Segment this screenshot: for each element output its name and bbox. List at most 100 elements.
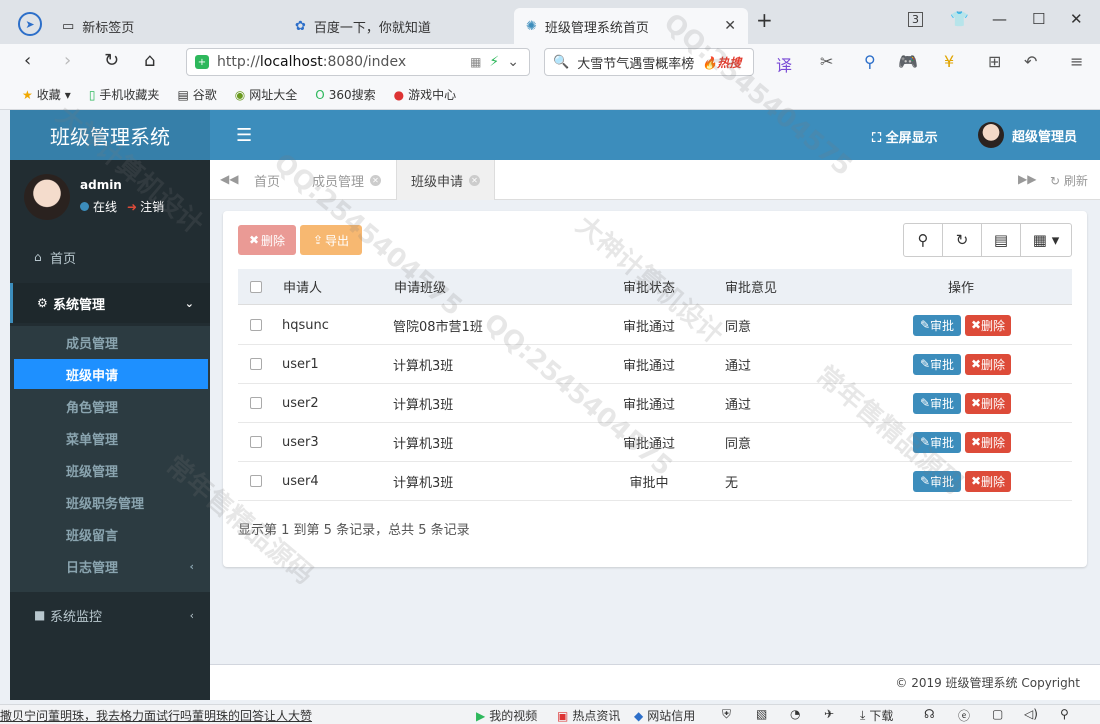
bookmark-360[interactable]: O 360搜索 [315, 86, 375, 103]
close-tab-icon[interactable]: ✕ [724, 18, 736, 34]
gamepad-icon[interactable]: 🎮 [898, 52, 918, 71]
sidebar-item-messages[interactable]: 班级留言 [10, 519, 210, 549]
columns-icon[interactable]: ▦ ▾ [1021, 224, 1071, 256]
bookmark-google[interactable]: ▤ 谷歌 [177, 86, 216, 103]
row-checkbox[interactable] [250, 436, 262, 448]
export-button[interactable]: ⇪ 导出 [300, 225, 362, 255]
home-icon[interactable]: ⌂ [144, 50, 155, 71]
tab-members[interactable]: 成员管理 ✕ [312, 160, 382, 200]
delete-button[interactable]: ✖ 删除 [238, 225, 296, 255]
hot-news-button[interactable]: ▣ 热点资讯 [557, 707, 620, 724]
new-tab-button[interactable]: + [756, 8, 773, 32]
table-row[interactable]: user2 计算机3班 审批通过 通过 ✎ 审批 ✖ 删除 [238, 384, 1072, 423]
bookmark-favorites[interactable]: ★ 收藏 ▾ [22, 86, 71, 103]
forward-icon[interactable]: › [64, 50, 71, 71]
browser-tab-newtab[interactable]: ▭ 新标签页 [50, 8, 275, 44]
approve-button[interactable]: ✎ 审批 [913, 431, 961, 453]
search-icon[interactable]: ⚲ [904, 224, 943, 256]
row-checkbox[interactable] [250, 358, 262, 370]
header-status[interactable]: 审批状态 [623, 269, 675, 304]
app-logo[interactable]: 班级管理系统 [10, 110, 210, 160]
toggle-view-icon[interactable]: ▤ [982, 224, 1021, 256]
tab-home[interactable]: 首页 [254, 160, 280, 200]
shield-status-icon[interactable]: ⛨ [722, 707, 731, 722]
back-icon[interactable]: ‹ [24, 50, 31, 71]
header-class[interactable]: 申请班级 [394, 269, 446, 304]
browser-tab-active[interactable]: ✺ 班级管理系统首页 ✕ [514, 8, 748, 44]
delete-row-button[interactable]: ✖ 删除 [965, 314, 1011, 336]
table-row[interactable]: user3 计算机3班 审批通过 同意 ✎ 审批 ✖ 删除 [238, 423, 1072, 462]
reload-icon[interactable]: ↻ [104, 50, 119, 71]
header-opinion[interactable]: 审批意见 [725, 269, 777, 304]
bookmark-sites[interactable]: ◉ 网址大全 [235, 86, 298, 103]
row-checkbox[interactable] [250, 319, 262, 331]
plane-icon[interactable]: ✈ [824, 707, 834, 721]
tabs-scroll-left-icon[interactable]: ◀◀ [220, 172, 238, 186]
sidebar-item-positions[interactable]: 班级职务管理 [10, 487, 210, 517]
fullscreen-button[interactable]: ⛶ 全屏显示 [872, 127, 938, 146]
sidebar-item-menus[interactable]: 菜单管理 [10, 423, 210, 453]
bookmark-mobile[interactable]: ▯ 手机收藏夹 [89, 86, 160, 103]
refresh-icon[interactable]: ↻ [943, 224, 982, 256]
table-row[interactable]: hqsunc 管院08市营1班 审批通过 同意 ✎ 审批 ✖ 删除 [238, 306, 1072, 345]
grid-apps-icon[interactable]: ⊞ [988, 52, 1001, 71]
logout-link[interactable]: ➜ 注销 [127, 198, 164, 215]
ie-icon[interactable]: ⓔ [958, 707, 970, 724]
approve-button[interactable]: ✎ 审批 [913, 353, 961, 375]
table-row[interactable]: user1 计算机3班 审批通过 通过 ✎ 审批 ✖ 删除 [238, 345, 1072, 384]
delete-row-button[interactable]: ✖ 删除 [965, 431, 1011, 453]
tab-count-badge[interactable]: 3 [908, 12, 923, 27]
sidebar-item-classes[interactable]: 班级管理 [10, 455, 210, 485]
sidebar-item-members[interactable]: 成员管理 [10, 327, 210, 357]
lightning-icon[interactable]: ⚡ [489, 54, 499, 70]
shirt-icon[interactable]: 👕 [950, 10, 969, 28]
magnifier-icon[interactable]: ⚲ [864, 52, 876, 71]
undo-icon[interactable]: ↶ [1024, 52, 1037, 71]
sidebar-item-class-apply[interactable]: 班级申请 [14, 359, 208, 389]
row-checkbox[interactable] [250, 475, 262, 487]
minimize-icon[interactable]: — [992, 10, 1007, 28]
sidebar-item-system[interactable]: ⚙ 系统管理 ⌄ [10, 283, 210, 323]
translate-icon[interactable]: 译 [776, 52, 792, 76]
site-credit-button[interactable]: ◆ 网站信用 [634, 707, 695, 724]
my-videos-button[interactable]: ▶ 我的视频 [476, 707, 537, 724]
menu-icon[interactable]: ≡ [1070, 52, 1083, 71]
sidebar-item-home[interactable]: ⌂ 首页 [10, 237, 210, 277]
image-icon[interactable]: ▧ [756, 707, 767, 721]
select-all-checkbox[interactable] [250, 280, 262, 293]
news-ticker-link[interactable]: 撒贝宁问董明珠，我去格力面试行吗董明珠的回答让人大赞 [0, 707, 312, 724]
sidebar-item-monitor[interactable]: ■ 系统监控 ‹ [10, 595, 210, 635]
row-checkbox[interactable] [250, 397, 262, 409]
chevron-down-icon[interactable]: ⌄ [507, 54, 519, 70]
tabs-scroll-right-icon[interactable]: ▶▶ [1018, 172, 1036, 186]
browser-tab-baidu[interactable]: ✿ 百度一下，你就知道 [283, 8, 508, 44]
navigation-icon[interactable]: ➤ [18, 12, 42, 36]
zoom-icon[interactable]: ⚲ [1060, 707, 1069, 721]
sidebar-item-logs[interactable]: 日志管理 ‹ [10, 551, 210, 581]
approve-button[interactable]: ✎ 审批 [913, 392, 961, 414]
user-menu[interactable]: 超级管理员 [978, 122, 1077, 148]
delete-row-button[interactable]: ✖ 删除 [965, 353, 1011, 375]
scissors-icon[interactable]: ✂ [820, 52, 833, 71]
refresh-tab-button[interactable]: ↻ 刷新 [1050, 172, 1088, 189]
headset-icon[interactable]: ☊ [924, 707, 935, 721]
approve-button[interactable]: ✎ 审批 [913, 314, 961, 336]
window-icon[interactable]: ▢ [992, 707, 1003, 721]
delete-row-button[interactable]: ✖ 删除 [965, 470, 1011, 492]
qr-icon[interactable]: ▦ [470, 55, 481, 69]
speed-icon[interactable]: ◔ [790, 707, 800, 721]
bookmark-games[interactable]: ● 游戏中心 [394, 86, 457, 103]
download-button[interactable]: ⤓ 下载 [860, 707, 893, 724]
approve-button[interactable]: ✎ 审批 [913, 470, 961, 492]
header-applicant[interactable]: 申请人 [283, 269, 322, 304]
close-window-icon[interactable]: ✕ [1070, 10, 1083, 28]
sidebar-item-roles[interactable]: 角色管理 [10, 391, 210, 421]
maximize-icon[interactable]: ☐ [1032, 10, 1045, 28]
sidebar-toggle-icon[interactable]: ☰ [236, 125, 252, 146]
delete-row-button[interactable]: ✖ 删除 [965, 392, 1011, 414]
tab-class-apply[interactable]: 班级申请 ✕ [396, 160, 496, 200]
coin-icon[interactable]: ¥ [944, 52, 954, 71]
browser-search-input[interactable]: 🔍 大雪节气遇雪概率榜 🔥热搜 [544, 48, 754, 76]
table-row[interactable]: user4 计算机3班 审批中 无 ✎ 审批 ✖ 删除 [238, 462, 1072, 501]
volume-icon[interactable]: ◁) [1024, 707, 1038, 721]
